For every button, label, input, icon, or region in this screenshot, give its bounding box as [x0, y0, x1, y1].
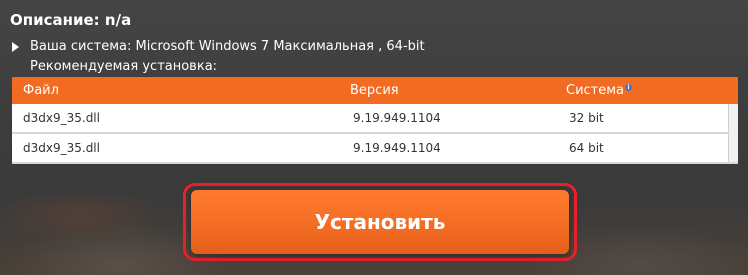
column-header-system: Система i: [555, 77, 728, 104]
table-header-row: Файл Версия Система i: [12, 77, 738, 104]
info-icon[interactable]: i: [625, 83, 633, 91]
system-cell: 32 bit: [555, 104, 728, 134]
file-cell: d3dx9_35.dll: [12, 104, 339, 134]
files-table: Файл Версия Система i d3dx9_35.dll 9.19.9…: [12, 77, 738, 164]
description-label: Описание: n/a: [10, 11, 132, 29]
table-row[interactable]: d3dx9_35.dll 9.19.949.1104 64 bit: [12, 133, 738, 164]
column-header-system-label: Система: [566, 83, 625, 98]
system-cell: 64 bit: [555, 133, 728, 164]
system-info-text: Ваша система: Microsoft Windows 7 Максим…: [30, 39, 425, 54]
file-cell: d3dx9_35.dll: [12, 133, 339, 164]
column-header-version: Версия: [339, 77, 555, 104]
scrollbar-header: [728, 77, 738, 104]
triangle-right-icon[interactable]: [12, 41, 19, 52]
column-header-file: Файл: [12, 77, 339, 104]
version-cell: 9.19.949.1104: [339, 104, 555, 134]
system-info-row[interactable]: Ваша система: Microsoft Windows 7 Максим…: [12, 39, 425, 54]
install-button[interactable]: Установить: [191, 190, 569, 254]
version-cell: 9.19.949.1104: [339, 133, 555, 164]
table-scrollbar[interactable]: [727, 104, 738, 164]
recommended-label: Рекомендуемая установка:: [30, 59, 218, 74]
table-row[interactable]: d3dx9_35.dll 9.19.949.1104 32 bit: [12, 104, 738, 164]
